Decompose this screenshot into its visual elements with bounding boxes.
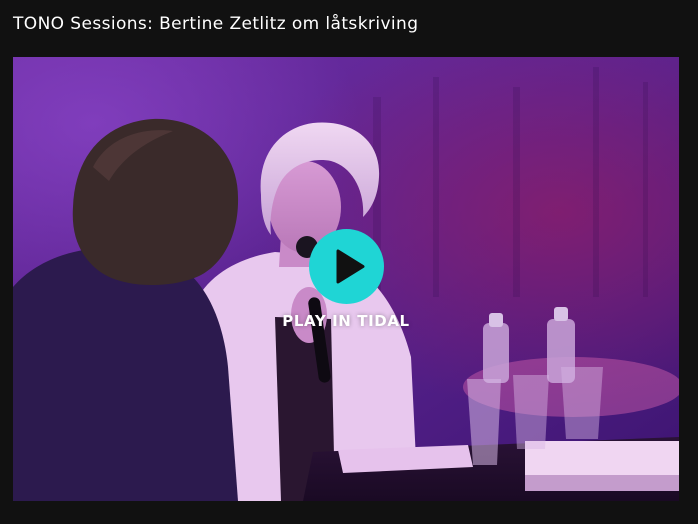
video-embed: TONO Sessions: Bertine Zetlitz om låtskr… [0, 0, 698, 524]
video-title: TONO Sessions: Bertine Zetlitz om låtskr… [13, 14, 419, 34]
play-button[interactable] [309, 229, 384, 304]
play-icon [336, 249, 365, 284]
play-in-tidal-label[interactable]: PLAY IN TIDAL [246, 312, 446, 330]
video-player[interactable]: PLAY IN TIDAL [13, 57, 679, 501]
